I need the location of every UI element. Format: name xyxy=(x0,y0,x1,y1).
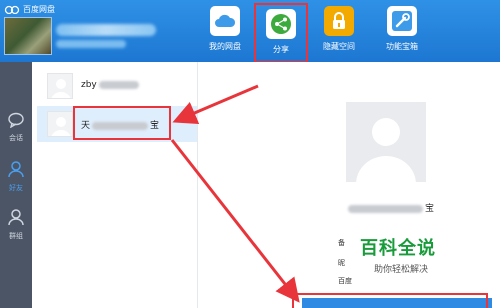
nav-private-space-label: 隐藏空间 xyxy=(323,42,355,51)
sidebar-item-groups-label: 群组 xyxy=(9,232,23,240)
list-item[interactable]: zby xyxy=(37,68,197,104)
nav-toolbox[interactable]: 功能宝箱 xyxy=(372,4,432,60)
sidebar-item-chat[interactable]: 会话 xyxy=(0,112,32,143)
chat-bubble-icon xyxy=(8,112,24,129)
profile-field-nickname: 昵 xyxy=(338,259,345,267)
nav-share-label: 分享 xyxy=(273,45,289,54)
watermark-subtitle: 助你轻松解决 xyxy=(374,265,429,275)
group-icon xyxy=(8,209,24,226)
watermark: 百科全说 助你轻松解决 xyxy=(360,234,470,275)
user-avatar[interactable] xyxy=(4,17,52,55)
profile-field-baidu: 百度 xyxy=(338,277,352,285)
highlight-box-contact xyxy=(73,106,171,140)
left-sidebar: 会话 好友 群组 xyxy=(0,62,32,308)
nav-my-disk[interactable]: 我的网盘 xyxy=(200,4,250,60)
share-icon xyxy=(266,9,296,39)
friend-icon xyxy=(8,161,24,178)
app-title: 百度网盘 xyxy=(23,4,55,14)
friend-list: zby 天宝 xyxy=(37,62,197,308)
sidebar-item-friends-label: 好友 xyxy=(9,184,23,192)
nav-private-space[interactable]: 隐藏空间 xyxy=(314,4,364,60)
send-message-button[interactable] xyxy=(302,298,492,308)
cloud-icon xyxy=(210,6,240,36)
watermark-title: 百科全说 xyxy=(360,238,436,259)
contact-name: zby xyxy=(81,80,139,90)
cloud-logo-icon xyxy=(4,5,20,14)
sidebar-item-friends[interactable]: 好友 xyxy=(0,160,32,193)
sidebar-item-groups[interactable]: 群组 xyxy=(0,208,32,241)
user-name-redacted xyxy=(56,24,156,36)
lock-icon xyxy=(324,6,354,36)
tools-icon xyxy=(387,6,417,36)
user-info-redacted xyxy=(56,40,126,48)
profile-field-remark: 备 xyxy=(338,239,345,247)
title-bar: 百度网盘 xyxy=(4,3,55,15)
nav-share[interactable]: 分享 xyxy=(254,3,308,63)
contact-avatar xyxy=(47,73,73,99)
profile-name: 宝 xyxy=(348,201,434,214)
sidebar-item-chat-label: 会话 xyxy=(9,134,23,142)
nav-toolbox-label: 功能宝箱 xyxy=(386,42,418,51)
contact-avatar xyxy=(47,111,73,137)
nav-my-disk-label: 我的网盘 xyxy=(209,42,241,51)
top-header: 百度网盘 我的网盘 分享 隐藏空间 功能宝箱 xyxy=(0,0,500,63)
profile-avatar xyxy=(346,102,426,182)
